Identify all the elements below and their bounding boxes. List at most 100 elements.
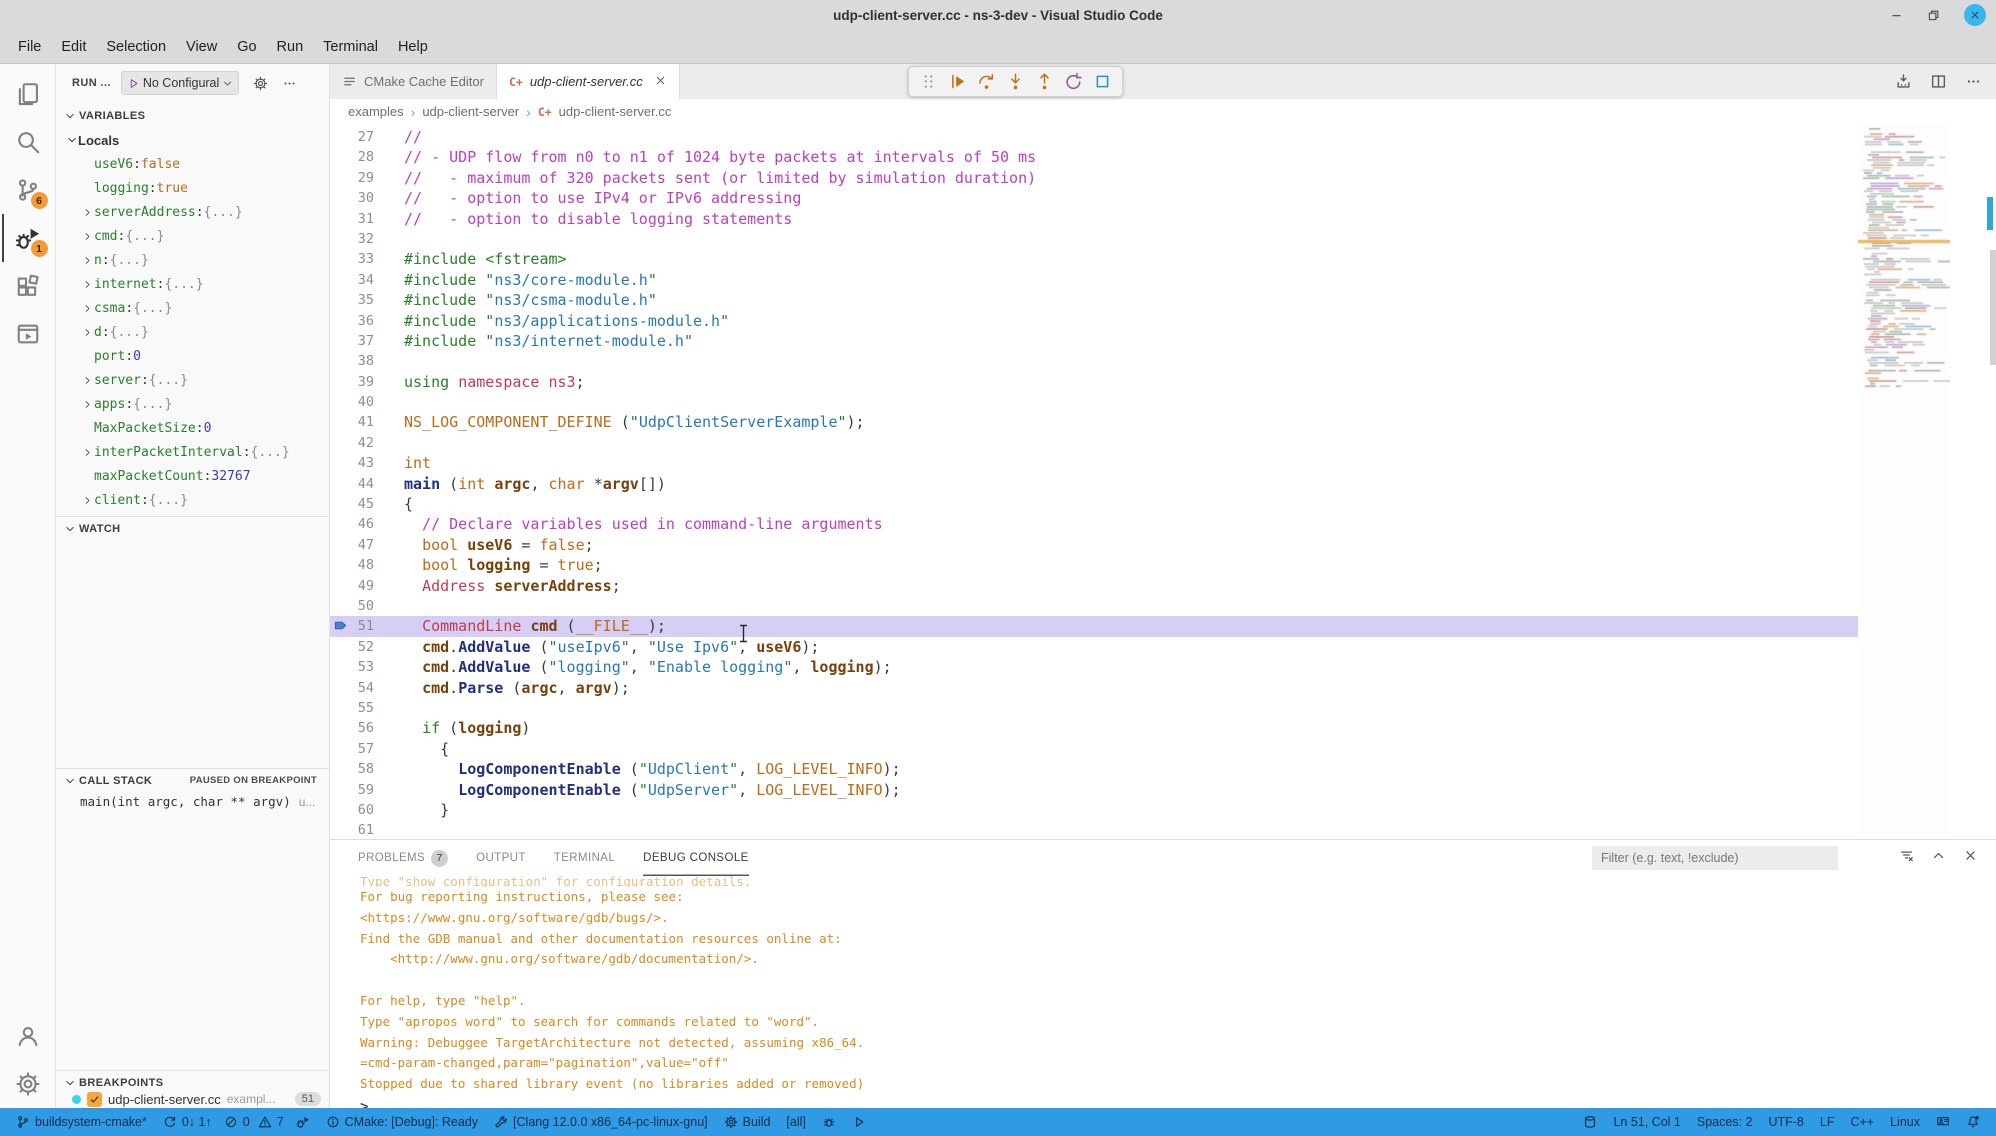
- code-line-46[interactable]: 46 // Declare variables used in command-…: [330, 514, 1858, 534]
- code-line-49[interactable]: 49 Address serverAddress;: [330, 576, 1858, 596]
- activity-explorer[interactable]: [2, 70, 54, 118]
- status-indentation[interactable]: Spaces: 2: [1689, 1108, 1761, 1136]
- line-number[interactable]: 39: [330, 372, 404, 392]
- code-line-47[interactable]: 47 bool useV6 = false;: [330, 535, 1858, 555]
- run-actions-icon[interactable]: [1895, 73, 1912, 90]
- code-line-34[interactable]: 34#include "ns3/core-module.h": [330, 270, 1858, 290]
- line-number[interactable]: 45: [330, 494, 404, 514]
- line-number[interactable]: 38: [330, 351, 404, 371]
- status-cmake-kit[interactable]: [Clang 12.0.0 x86_64-pc-linux-gnu]: [486, 1108, 716, 1136]
- variable-row-interPacketInterval[interactable]: interPacketInterval: {...}: [56, 440, 329, 464]
- variables-scope-locals[interactable]: Locals: [56, 128, 329, 152]
- line-number[interactable]: 36: [330, 311, 404, 331]
- code-line-54[interactable]: 54 cmd.Parse (argc, argv);: [330, 678, 1858, 698]
- menu-item-edit[interactable]: Edit: [51, 36, 96, 58]
- line-number[interactable]: 32: [330, 229, 404, 249]
- breakpoint-list-item[interactable]: udp-client-server.cc exampl... 51: [56, 1090, 329, 1108]
- status-git-branch[interactable]: buildsystem-cmake*: [8, 1108, 155, 1136]
- tab-cmake-cache-editor[interactable]: CMake Cache Editor: [330, 64, 497, 99]
- code-line-50[interactable]: 50: [330, 596, 1858, 616]
- activity-search[interactable]: [2, 118, 54, 166]
- line-number[interactable]: 27: [330, 127, 404, 147]
- code-line-42[interactable]: 42: [330, 433, 1858, 453]
- variable-row-useV6[interactable]: useV6: false: [56, 152, 329, 176]
- panel-tab-debug-console[interactable]: DEBUG CONSOLE: [643, 840, 749, 876]
- code-line-58[interactable]: 58 LogComponentEnable ("UdpClient", LOG_…: [330, 759, 1858, 779]
- close-panel-button[interactable]: [1963, 848, 1978, 868]
- line-number[interactable]: 35: [330, 290, 404, 310]
- menu-item-selection[interactable]: Selection: [96, 36, 176, 58]
- activity-account[interactable]: [2, 1012, 54, 1060]
- line-number[interactable]: 44: [330, 474, 404, 494]
- code-line-56[interactable]: 56 if (logging): [330, 718, 1858, 738]
- stop-button[interactable]: [1093, 72, 1112, 91]
- variable-row-MaxPacketSize[interactable]: MaxPacketSize: 0: [56, 416, 329, 440]
- restore-button[interactable]: [1927, 9, 1940, 22]
- line-number[interactable]: 47: [330, 535, 404, 555]
- start-debug-icon[interactable]: [127, 77, 140, 90]
- panel-tab-problems[interactable]: PROBLEMS7: [358, 840, 448, 876]
- line-number[interactable]: 55: [330, 698, 404, 718]
- code-line-37[interactable]: 37#include "ns3/internet-module.h": [330, 331, 1858, 351]
- code-line-38[interactable]: 38: [330, 351, 1858, 371]
- scrollbar-thumb[interactable]: [1990, 250, 1996, 365]
- variable-row-logging[interactable]: logging: true: [56, 176, 329, 200]
- step-into-button[interactable]: [1006, 72, 1025, 91]
- code-line-52[interactable]: 52 cmd.AddValue ("useIpv6", "Use Ipv6", …: [330, 637, 1858, 657]
- code-line-53[interactable]: 53 cmd.AddValue ("logging", "Enable logg…: [330, 657, 1858, 677]
- breakpoint-checkbox[interactable]: [87, 1092, 102, 1107]
- status-warnings[interactable]: 7: [254, 1108, 288, 1136]
- menu-item-file[interactable]: File: [8, 36, 51, 58]
- status-eol[interactable]: LF: [1812, 1108, 1843, 1136]
- code-line-43[interactable]: 43int: [330, 453, 1858, 473]
- code-line-44[interactable]: 44main (int argc, char *argv[]): [330, 474, 1858, 494]
- menu-item-help[interactable]: Help: [388, 36, 438, 58]
- line-number[interactable]: 40: [330, 392, 404, 412]
- line-number[interactable]: 42: [330, 433, 404, 453]
- activity-source-control[interactable]: 6: [2, 166, 54, 214]
- code-line-30[interactable]: 30// - option to use IPv4 or IPv6 addres…: [330, 188, 1858, 208]
- variable-row-apps[interactable]: apps: {...}: [56, 392, 329, 416]
- line-number[interactable]: 48: [330, 555, 404, 575]
- status-cursor-position[interactable]: Ln 51, Col 1: [1605, 1108, 1688, 1136]
- activity-extensions[interactable]: [2, 262, 54, 310]
- call-stack-section-header[interactable]: CALL STACK PAUSED ON BREAKPOINT: [56, 768, 329, 792]
- close-tab-icon[interactable]: [654, 74, 667, 90]
- activity-settings[interactable]: [2, 1060, 54, 1108]
- status-cmake-status[interactable]: CMake: [Debug]: Ready: [318, 1108, 486, 1136]
- status-errors[interactable]: 0: [220, 1108, 254, 1136]
- variable-row-server[interactable]: server: {...}: [56, 368, 329, 392]
- code-line-36[interactable]: 36#include "ns3/applications-module.h": [330, 311, 1858, 331]
- code-line-55[interactable]: 55: [330, 698, 1858, 718]
- console-filter-input[interactable]: Filter (e.g. text, !exclude): [1592, 846, 1838, 870]
- continue-button[interactable]: [948, 72, 967, 91]
- line-number[interactable]: 30: [330, 188, 404, 208]
- line-number[interactable]: 54: [330, 678, 404, 698]
- panel-tab-terminal[interactable]: TERMINAL: [554, 840, 615, 876]
- variables-section-header[interactable]: VARIABLES: [56, 104, 329, 128]
- debug-settings-gear-icon[interactable]: [253, 76, 268, 91]
- debug-console-prompt[interactable]: >: [360, 1097, 1996, 1108]
- line-number[interactable]: 41: [330, 412, 404, 432]
- status-cmake-build[interactable]: Build: [716, 1108, 779, 1136]
- code-line-33[interactable]: 33#include <fstream>: [330, 249, 1858, 269]
- variable-row-maxPacketCount[interactable]: maxPacketCount: 32767: [56, 464, 329, 488]
- code-line-45[interactable]: 45{: [330, 494, 1858, 514]
- panel-tab-output[interactable]: OUTPUT: [476, 840, 526, 876]
- variable-row-n[interactable]: n: {...}: [56, 248, 329, 272]
- variable-row-cmd[interactable]: cmd: {...}: [56, 224, 329, 248]
- line-number[interactable]: 46: [330, 514, 404, 534]
- menu-item-go[interactable]: Go: [227, 36, 266, 58]
- code-line-48[interactable]: 48 bool logging = true;: [330, 555, 1858, 575]
- debug-configuration-dropdown[interactable]: No Configural: [121, 71, 239, 95]
- line-number[interactable]: 60: [330, 800, 404, 820]
- variable-row-client[interactable]: client: {...}: [56, 488, 329, 512]
- status-debug-status[interactable]: [288, 1108, 318, 1136]
- status-language-mode[interactable]: C++: [1842, 1108, 1882, 1136]
- tab-udp-client-server-cc[interactable]: C+udp-client-server.cc: [497, 64, 680, 99]
- menu-item-run[interactable]: Run: [267, 36, 314, 58]
- line-number[interactable]: 31: [330, 209, 404, 229]
- code-line-39[interactable]: 39using namespace ns3;: [330, 372, 1858, 392]
- clear-console-button[interactable]: [1899, 848, 1914, 868]
- code-line-57[interactable]: 57 {: [330, 739, 1858, 759]
